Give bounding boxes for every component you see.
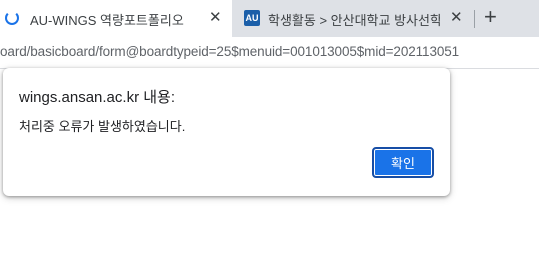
loading-spinner-icon — [5, 11, 19, 25]
tab-student-activity[interactable]: AU 학생활동 > 안산대학교 방사선학 ✕ — [236, 0, 472, 37]
tab-title: 학생활동 > 안산대학교 방사선학 — [268, 13, 440, 28]
au-favicon-icon: AU — [244, 10, 260, 26]
dialog-message: 처리중 오류가 발생하였습니다. — [19, 119, 186, 134]
tab-divider — [474, 10, 475, 28]
url-text[interactable]: oard/basicboard/form@boardtypeid=25$menu… — [0, 44, 459, 59]
dialog-title: wings.ansan.ac.kr 내용: — [19, 89, 175, 106]
new-tab-button[interactable]: + — [484, 6, 497, 28]
tab-au-wings[interactable]: AU-WINGS 역량포트폴리오 ✕ — [0, 0, 232, 37]
address-bar[interactable]: oard/basicboard/form@boardtypeid=25$menu… — [0, 37, 539, 69]
close-icon[interactable]: ✕ — [209, 10, 222, 25]
tab-title: AU-WINGS 역량포트폴리오 — [30, 13, 184, 28]
alert-dialog: wings.ansan.ac.kr 내용: 처리중 오류가 발생하였습니다. 확… — [3, 68, 450, 196]
tab-strip: AU-WINGS 역량포트폴리오 ✕ AU 학생활동 > 안산대학교 방사선학 … — [0, 0, 539, 37]
close-icon[interactable]: ✕ — [450, 10, 463, 25]
ok-button[interactable]: 확인 — [372, 147, 434, 178]
